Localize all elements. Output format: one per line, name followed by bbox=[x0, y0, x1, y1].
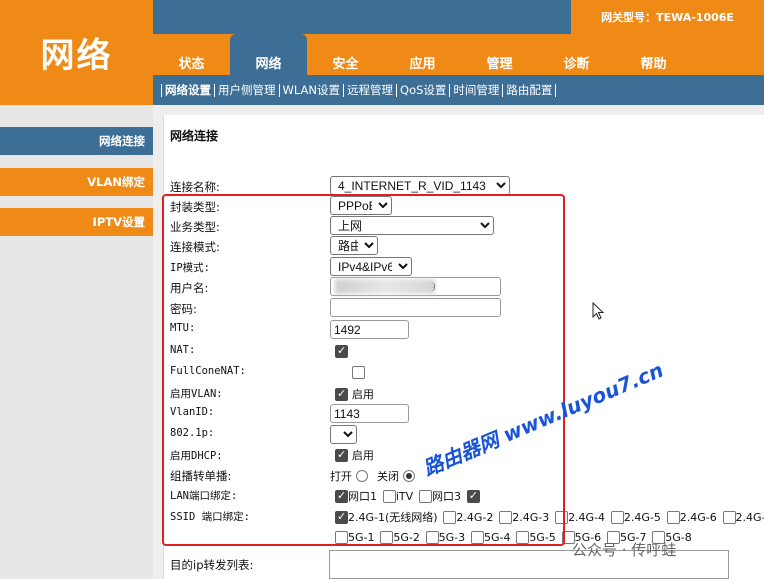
conn-name-label: 连接名称: bbox=[170, 180, 220, 194]
tab-status[interactable]: 状态 bbox=[153, 34, 230, 75]
ssid-24g7-checkbox[interactable] bbox=[722, 510, 736, 524]
dest-ip-label: 目的ip转发列表: bbox=[170, 558, 254, 572]
subnav-qos[interactable]: QoS设置 bbox=[396, 83, 449, 97]
subnav-time[interactable]: 时间管理 bbox=[449, 83, 502, 97]
subnav-remote[interactable]: 远程管理 bbox=[343, 83, 396, 97]
main-tabs: 状态 网络 安全 应用 管理 诊断 帮助 bbox=[153, 34, 764, 75]
tab-application[interactable]: 应用 bbox=[384, 34, 461, 75]
logo-text: 网络 bbox=[40, 36, 113, 76]
subnav-user-side[interactable]: 用户侧管理 bbox=[214, 83, 279, 97]
tab-network[interactable]: 网络 bbox=[230, 34, 307, 75]
model-label: 网关型号：TEWA-1006E bbox=[571, 0, 764, 34]
sidebar-item-iptv[interactable]: IPTV设置 bbox=[0, 208, 153, 236]
wechat-watermark: 公众号 · 传呼蛙 bbox=[572, 541, 677, 559]
subnav-route[interactable]: 路由配置 bbox=[502, 83, 557, 97]
ssid-24g4-label: 2.4G-4 bbox=[568, 510, 606, 524]
panel-title: 网络连接 bbox=[170, 129, 219, 143]
mouse-cursor-icon bbox=[592, 302, 605, 320]
subnav-wlan[interactable]: WLAN设置 bbox=[278, 83, 344, 97]
ssid-24g5-checkbox[interactable] bbox=[610, 510, 624, 524]
ssid-24g5-label: 2.4G-5 bbox=[623, 510, 661, 524]
tab-security[interactable]: 安全 bbox=[307, 34, 384, 75]
ssid-24g6-checkbox[interactable] bbox=[666, 510, 680, 524]
tab-diagnosis[interactable]: 诊断 bbox=[538, 34, 615, 75]
ssid-24g6-label: 2.4G-6 bbox=[679, 510, 717, 524]
subnav-network-settings[interactable]: 网络设置 bbox=[161, 83, 214, 97]
tab-management[interactable]: 管理 bbox=[461, 34, 538, 75]
sub-nav: 网络设置 用户侧管理 WLAN设置 远程管理 QoS设置 时间管理 路由配置 bbox=[153, 75, 764, 105]
tab-help[interactable]: 帮助 bbox=[615, 34, 692, 75]
highlight-box bbox=[162, 194, 565, 546]
logo: 网络 bbox=[0, 0, 153, 105]
sidebar-item-vlan-binding[interactable]: VLAN绑定 bbox=[0, 168, 153, 196]
conn-name-select[interactable]: 4_INTERNET_R_VID_1143 bbox=[330, 176, 510, 195]
ssid-24g7-label: 2.4G- bbox=[735, 510, 764, 524]
sidebar-item-network-connection[interactable]: 网络连接 bbox=[0, 127, 153, 155]
